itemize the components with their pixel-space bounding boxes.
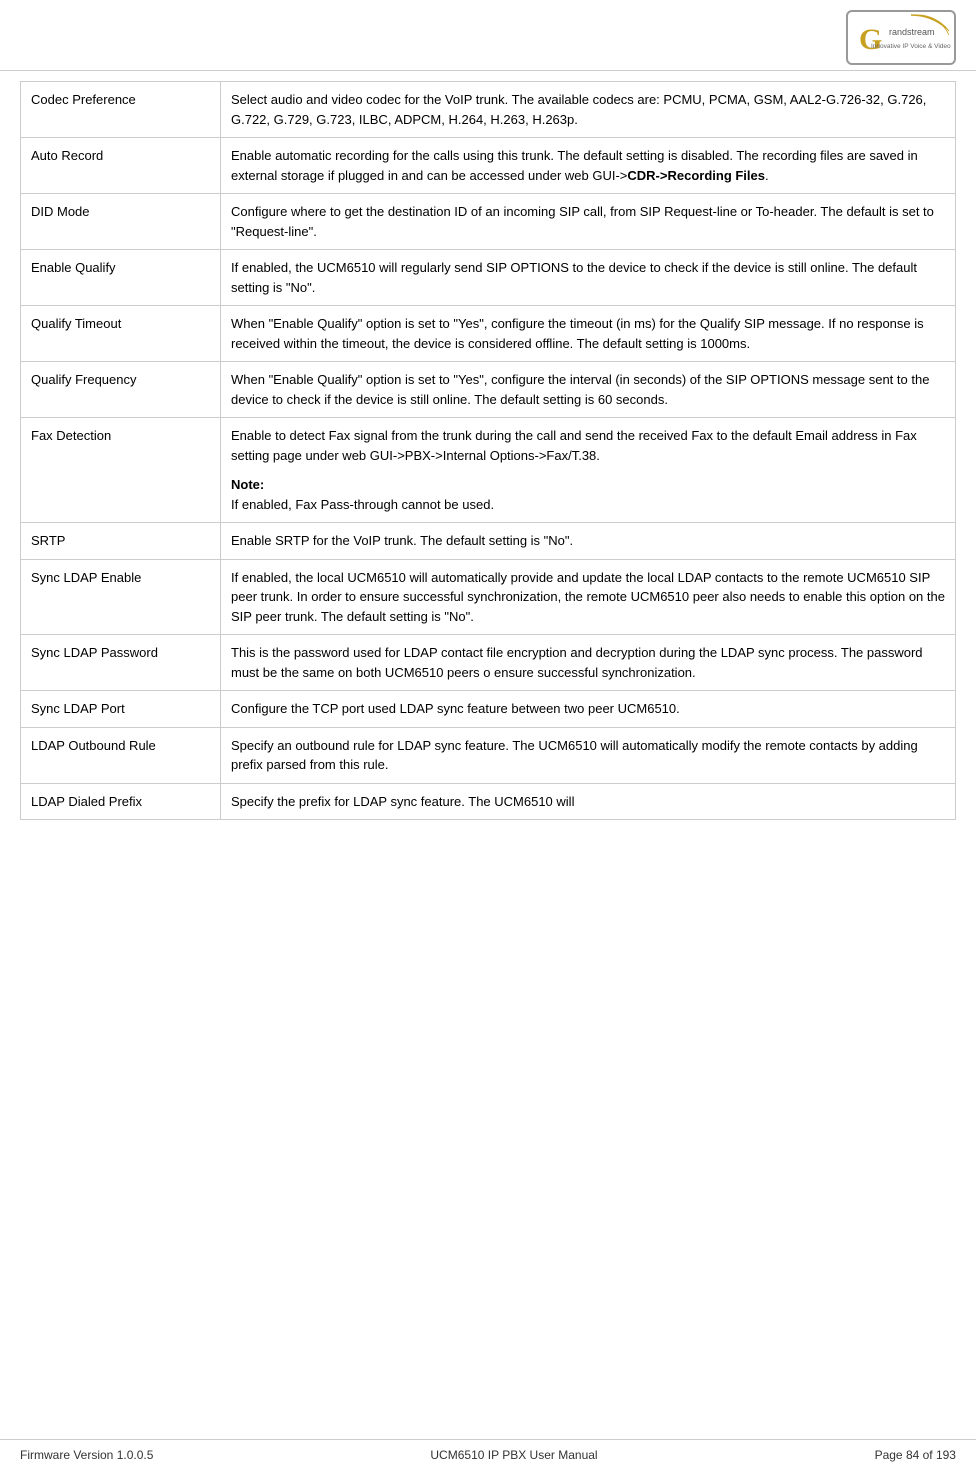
table-row: Sync LDAP PasswordThis is the password u… bbox=[21, 635, 956, 691]
row-description: When "Enable Qualify" option is set to "… bbox=[221, 306, 956, 362]
page-header: G randstream Innovative IP Voice & Video bbox=[0, 0, 976, 71]
row-label: Sync LDAP Port bbox=[21, 691, 221, 728]
row-description: This is the password used for LDAP conta… bbox=[221, 635, 956, 691]
row-description: Configure where to get the destination I… bbox=[221, 194, 956, 250]
row-description: Configure the TCP port used LDAP sync fe… bbox=[221, 691, 956, 728]
row-label: LDAP Dialed Prefix bbox=[21, 783, 221, 820]
page-footer: Firmware Version 1.0.0.5 UCM6510 IP PBX … bbox=[0, 1439, 976, 1470]
grandstream-logo-svg: G randstream Innovative IP Voice & Video bbox=[851, 13, 951, 63]
table-row: Codec PreferenceSelect audio and video c… bbox=[21, 82, 956, 138]
row-label: LDAP Outbound Rule bbox=[21, 727, 221, 783]
row-description: Select audio and video codec for the VoI… bbox=[221, 82, 956, 138]
table-row: Qualify FrequencyWhen "Enable Qualify" o… bbox=[21, 362, 956, 418]
row-label: Codec Preference bbox=[21, 82, 221, 138]
svg-text:G: G bbox=[859, 23, 882, 56]
row-description: Specify an outbound rule for LDAP sync f… bbox=[221, 727, 956, 783]
logo-area: G randstream Innovative IP Voice & Video bbox=[846, 10, 956, 65]
table-row: Fax DetectionEnable to detect Fax signal… bbox=[21, 418, 956, 523]
row-label: SRTP bbox=[21, 523, 221, 560]
svg-text:Innovative IP Voice & Video: Innovative IP Voice & Video bbox=[871, 43, 951, 50]
row-description: Enable to detect Fax signal from the tru… bbox=[221, 418, 956, 523]
footer-title: UCM6510 IP PBX User Manual bbox=[430, 1448, 597, 1462]
footer-firmware: Firmware Version 1.0.0.5 bbox=[20, 1448, 153, 1462]
row-label: DID Mode bbox=[21, 194, 221, 250]
table-row: LDAP Outbound RuleSpecify an outbound ru… bbox=[21, 727, 956, 783]
table-row: DID ModeConfigure where to get the desti… bbox=[21, 194, 956, 250]
content-area: Codec PreferenceSelect audio and video c… bbox=[0, 71, 976, 1439]
table-row: Sync LDAP EnableIf enabled, the local UC… bbox=[21, 559, 956, 635]
table-row: Enable QualifyIf enabled, the UCM6510 wi… bbox=[21, 250, 956, 306]
table-row: LDAP Dialed PrefixSpecify the prefix for… bbox=[21, 783, 956, 820]
page-wrapper: G randstream Innovative IP Voice & Video… bbox=[0, 0, 976, 1470]
row-label: Auto Record bbox=[21, 138, 221, 194]
row-label: Qualify Timeout bbox=[21, 306, 221, 362]
settings-table: Codec PreferenceSelect audio and video c… bbox=[20, 81, 956, 820]
logo-box: G randstream Innovative IP Voice & Video bbox=[846, 10, 956, 65]
row-label: Qualify Frequency bbox=[21, 362, 221, 418]
svg-text:randstream: randstream bbox=[889, 27, 935, 37]
row-label: Fax Detection bbox=[21, 418, 221, 523]
table-row: SRTPEnable SRTP for the VoIP trunk. The … bbox=[21, 523, 956, 560]
row-description: When "Enable Qualify" option is set to "… bbox=[221, 362, 956, 418]
row-description: Specify the prefix for LDAP sync feature… bbox=[221, 783, 956, 820]
note-label: Note: bbox=[231, 477, 264, 492]
table-row: Auto RecordEnable automatic recording fo… bbox=[21, 138, 956, 194]
row-label: Sync LDAP Enable bbox=[21, 559, 221, 635]
row-description: If enabled, the local UCM6510 will autom… bbox=[221, 559, 956, 635]
table-row: Sync LDAP PortConfigure the TCP port use… bbox=[21, 691, 956, 728]
row-description: Enable SRTP for the VoIP trunk. The defa… bbox=[221, 523, 956, 560]
row-description: Enable automatic recording for the calls… bbox=[221, 138, 956, 194]
table-row: Qualify TimeoutWhen "Enable Qualify" opt… bbox=[21, 306, 956, 362]
row-label: Enable Qualify bbox=[21, 250, 221, 306]
row-description: If enabled, the UCM6510 will regularly s… bbox=[221, 250, 956, 306]
footer-page: Page 84 of 193 bbox=[875, 1448, 956, 1462]
row-label: Sync LDAP Password bbox=[21, 635, 221, 691]
